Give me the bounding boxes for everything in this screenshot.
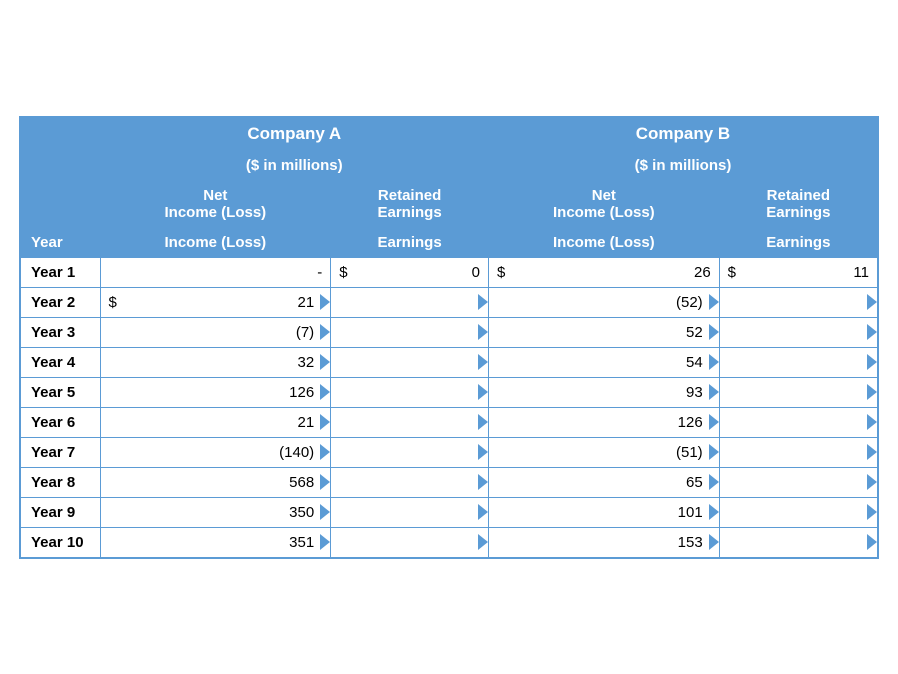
table-wrapper: Company A Company B ($ in millions) ($ i… <box>19 116 879 559</box>
company-b-retained-cell <box>719 407 878 437</box>
table-row: Year 432 54 <box>20 347 878 377</box>
table-row: Year 3(7) 52 <box>20 317 878 347</box>
year-cell: Year 3 <box>20 317 100 347</box>
company-a-net-cell: 32 <box>100 347 331 377</box>
company-b-net-cell: 126 <box>488 407 719 437</box>
year-cell: Year 5 <box>20 377 100 407</box>
company-b-net-cell: 101 <box>488 497 719 527</box>
company-a-retained-cell <box>331 527 489 558</box>
year-header: Year <box>20 227 100 257</box>
table-row: Year 621 126 <box>20 407 878 437</box>
company-a-retained-cell <box>331 497 489 527</box>
company-b-net-cell: $26 <box>488 257 719 287</box>
company-b-net-cell: 54 <box>488 347 719 377</box>
company-a-net-header: Net Income (Loss) <box>100 180 331 227</box>
company-b-header: Company B <box>488 117 878 151</box>
year-cell: Year 2 <box>20 287 100 317</box>
table-row: Year 1-$0$26$11 <box>20 257 878 287</box>
company-a-net-cell: 350 <box>100 497 331 527</box>
year-cell: Year 6 <box>20 407 100 437</box>
table-row: Year 9350 101 <box>20 497 878 527</box>
table-row: Year 8568 65 <box>20 467 878 497</box>
company-a-net-cell: $21 <box>100 287 331 317</box>
company-b-retained-cell <box>719 467 878 497</box>
unit-header-row: ($ in millions) ($ in millions) <box>20 150 878 180</box>
company-a-net-cell: 568 <box>100 467 331 497</box>
company-a-retained-cell <box>331 407 489 437</box>
company-a-net-cell: 21 <box>100 407 331 437</box>
table-row: Year 5126 93 <box>20 377 878 407</box>
empty-top-left <box>20 117 100 228</box>
company-a-net-cell: 126 <box>100 377 331 407</box>
company-a-retained-cell <box>331 437 489 467</box>
year-cell: Year 8 <box>20 467 100 497</box>
company-b-net-cell: 52 <box>488 317 719 347</box>
company-a-retained-header: Retained Earnings <box>331 180 489 227</box>
company-b-net-cell: 93 <box>488 377 719 407</box>
company-b-net-cell: 65 <box>488 467 719 497</box>
b-earnings-header: Earnings <box>719 227 878 257</box>
table-row: Year 7(140) (51) <box>20 437 878 467</box>
company-a-retained-cell <box>331 317 489 347</box>
company-b-net-cell: 153 <box>488 527 719 558</box>
company-a-net-cell: 351 <box>100 527 331 558</box>
company-a-unit: ($ in millions) <box>100 150 488 180</box>
company-b-retained-cell <box>719 317 878 347</box>
company-b-retained-cell <box>719 377 878 407</box>
company-b-retained-cell: $11 <box>719 257 878 287</box>
b-income-loss-header: Income (Loss) <box>488 227 719 257</box>
col-header-row: Net Income (Loss) Retained Earnings Net … <box>20 180 878 227</box>
company-b-retained-cell <box>719 347 878 377</box>
company-a-header: Company A <box>100 117 488 151</box>
year-cell: Year 10 <box>20 527 100 558</box>
company-a-net-cell: (7) <box>100 317 331 347</box>
company-b-retained-cell <box>719 287 878 317</box>
company-b-net-header: Net Income (Loss) <box>488 180 719 227</box>
company-b-unit: ($ in millions) <box>488 150 878 180</box>
a-income-loss-header: Income (Loss) <box>100 227 331 257</box>
company-b-net-cell: (51) <box>488 437 719 467</box>
year-cell: Year 9 <box>20 497 100 527</box>
company-a-retained-cell <box>331 467 489 497</box>
company-a-net-cell: (140) <box>100 437 331 467</box>
company-b-retained-cell <box>719 497 878 527</box>
table-row: Year 2$21 (52) <box>20 287 878 317</box>
company-a-retained-cell <box>331 377 489 407</box>
year-cell: Year 7 <box>20 437 100 467</box>
financial-table: Company A Company B ($ in millions) ($ i… <box>19 116 879 559</box>
table-row: Year 10351 153 <box>20 527 878 558</box>
year-cell: Year 1 <box>20 257 100 287</box>
company-b-retained-cell <box>719 527 878 558</box>
company-header-row: Company A Company B <box>20 117 878 151</box>
company-b-retained-cell <box>719 437 878 467</box>
company-b-net-cell: (52) <box>488 287 719 317</box>
company-a-retained-cell: $0 <box>331 257 489 287</box>
company-a-retained-cell <box>331 347 489 377</box>
company-b-retained-header: Retained Earnings <box>719 180 878 227</box>
a-earnings-header: Earnings <box>331 227 489 257</box>
year-cell: Year 4 <box>20 347 100 377</box>
company-a-retained-cell <box>331 287 489 317</box>
company-a-net-cell: - <box>100 257 331 287</box>
year-subheader-row: Year Income (Loss) Earnings Income (Loss… <box>20 227 878 257</box>
